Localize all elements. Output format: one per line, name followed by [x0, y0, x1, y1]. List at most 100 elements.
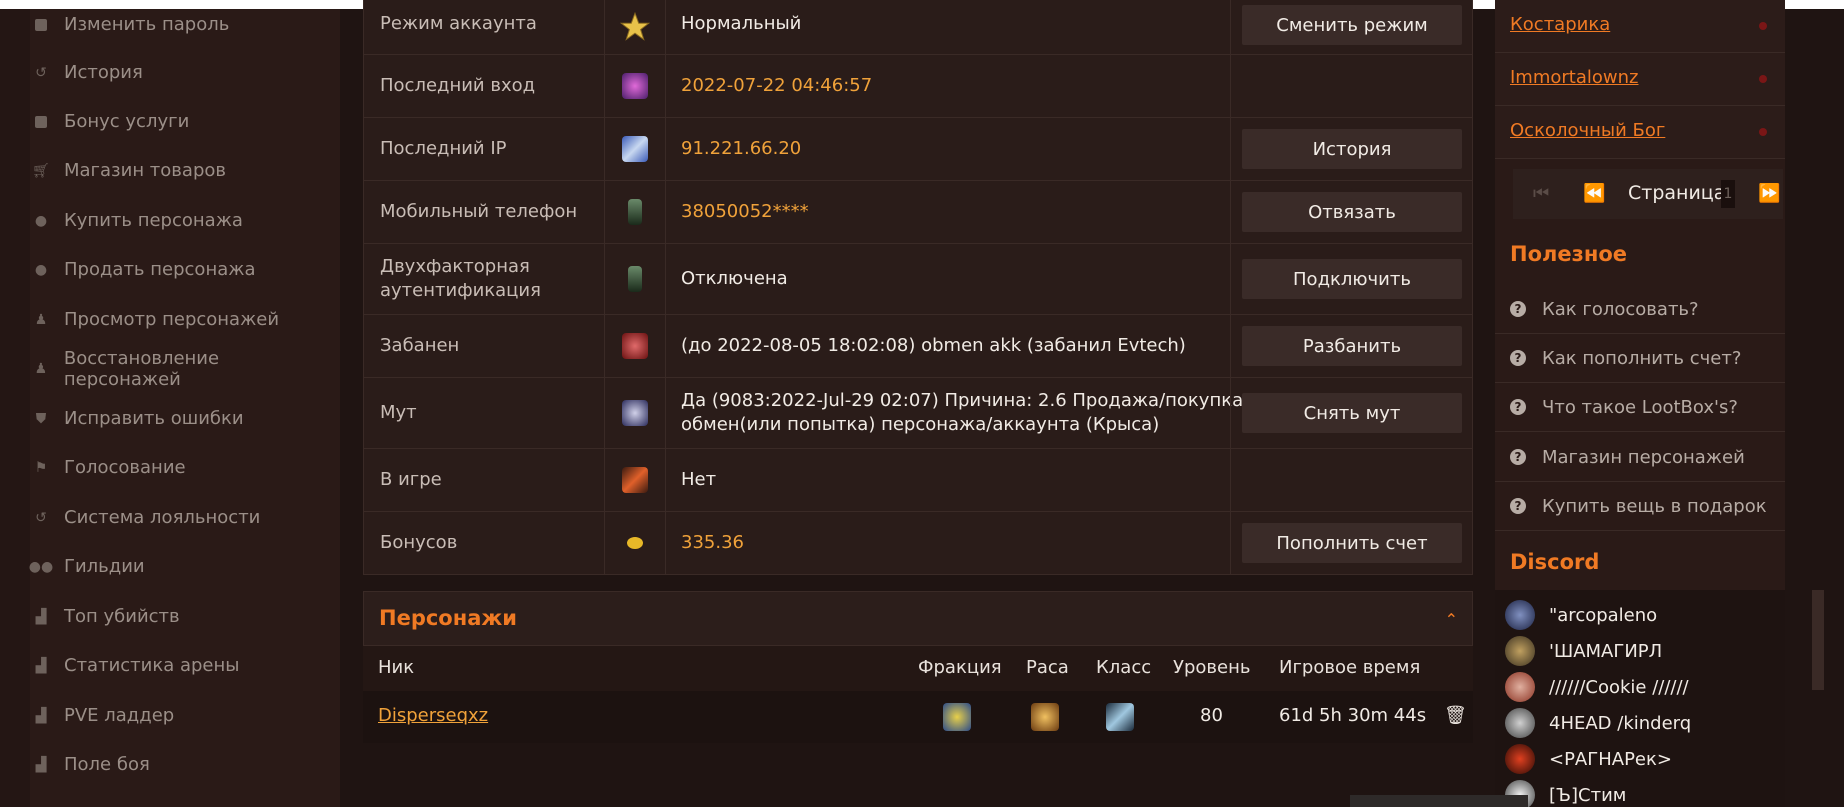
col-level: Уровень [1173, 657, 1251, 678]
page-number-input[interactable]: 1 [1721, 180, 1735, 208]
ip-history-button[interactable]: История [1242, 129, 1462, 169]
sidebar-item-top-kills[interactable]: ▟ Топ убийств [30, 592, 340, 641]
bonus-icon [32, 113, 50, 131]
account-row-last-ip: Последний IP 91.221.66.20 История [363, 118, 1473, 181]
account-row-mobile: Мобильный телефон 38050052**** Отвязать [363, 181, 1473, 244]
characters-panel-header[interactable]: Персонажи ⌃ [363, 591, 1473, 646]
mute-icon [604, 378, 666, 448]
col-faction: Фракция [918, 657, 1002, 678]
history-icon: ↺ [35, 509, 47, 526]
history-icon: ↺ [35, 64, 47, 81]
account-row-2fa: Двухфакторная аутентификация Отключена П… [363, 244, 1473, 315]
useful-link[interactable]: ? Что такое LootBox's? [1495, 383, 1785, 432]
col-race: Раса [1026, 657, 1069, 678]
account-row-banned: Забанен (до 2022-08-05 18:02:08) obmen a… [363, 315, 1473, 378]
question-icon: ? [1510, 301, 1526, 317]
sidebar-item-view-characters[interactable]: ♟ Просмотр персонажей [30, 295, 340, 344]
unlink-phone-button[interactable]: Отвязать [1242, 192, 1462, 232]
account-row-bonuses: Бонусов 335.36 Пополнить счет [363, 512, 1473, 575]
chart-icon: ▟ [35, 657, 47, 674]
useful-link[interactable]: ? Купить вещь в подарок [1495, 482, 1785, 531]
top-up-button[interactable]: Пополнить счет [1242, 523, 1462, 563]
star-icon [604, 0, 666, 54]
chart-icon: ▟ [35, 608, 47, 625]
col-nick: Ник [378, 657, 415, 678]
class-icon [1106, 703, 1134, 731]
user-icon: ● [34, 212, 48, 229]
chevron-up-icon[interactable]: ⌃ [1445, 610, 1458, 629]
account-row-mute: Мут Да (9083:2022-Jul-29 02:07) Причина:… [363, 378, 1473, 449]
status-dot [1759, 22, 1767, 30]
users-icon: ●● [28, 558, 54, 575]
next-page-icon[interactable]: ⏩ [1758, 183, 1780, 204]
status-dot [1759, 75, 1767, 83]
sidebar-item-history[interactable]: ↺ История [30, 48, 340, 97]
sidebar-item-bonus-services[interactable]: Бонус услуги [30, 97, 340, 146]
sidebar-item-voting[interactable]: ⚑ Голосование [30, 443, 340, 492]
phone-icon [604, 244, 666, 314]
list-item: Костарика [1495, 0, 1785, 53]
faction-alliance-icon [943, 703, 971, 731]
top-player-link[interactable]: Immortalownz [1510, 67, 1638, 88]
character-playtime: 61d 5h 30m 44s [1279, 705, 1427, 726]
lock-icon [32, 16, 50, 34]
discord-user[interactable]: <РАГНАРек> [1505, 742, 1672, 776]
race-icon [1031, 703, 1059, 731]
sidebar-item-fix-errors[interactable]: ⛊ Исправить ошибки [30, 394, 340, 443]
character-nick-link[interactable]: Disperseqxz [378, 705, 488, 726]
discord-title: Discord [1510, 550, 1600, 574]
sidebar-item-loyalty[interactable]: ↺ Система лояльности [30, 493, 340, 542]
discord-user[interactable]: 4HEAD /kinderq [1505, 706, 1691, 740]
discord-user[interactable]: "arcopaleno [1505, 598, 1657, 632]
change-mode-button[interactable]: Сменить режим [1242, 5, 1462, 45]
discord-user[interactable]: 'ШАМАГИРЛ [1505, 634, 1662, 668]
useful-title: Полезное [1510, 242, 1628, 266]
pagination: ⏮ ⏪ Страница 1 ⏩ [1513, 169, 1783, 219]
status-dot [1759, 128, 1767, 136]
avatar [1505, 744, 1535, 774]
first-page-icon[interactable]: ⏮ [1533, 183, 1549, 204]
sidebar-item-battlefield[interactable]: ▟ Поле боя [30, 740, 340, 789]
avatar [1505, 636, 1535, 666]
useful-link[interactable]: ? Как пополнить счет? [1495, 334, 1785, 383]
top-player-link[interactable]: Костарика [1510, 14, 1610, 35]
sidebar-item-sell-character[interactable]: ● Продать персонажа [30, 245, 340, 294]
flag-icon: ⚑ [34, 459, 48, 476]
avatar [1505, 708, 1535, 738]
phone-icon [604, 181, 666, 243]
trash-icon[interactable]: 🗑︎ [1444, 705, 1467, 726]
sidebar-item-arena-stats[interactable]: ▟ Статистика арены [30, 641, 340, 690]
col-class: Класс [1096, 657, 1152, 678]
avatar [1505, 672, 1535, 702]
ban-hand-icon [604, 315, 666, 377]
col-playtime: Игровое время [1279, 657, 1421, 678]
sidebar-item-buy-character[interactable]: ● Купить персонажа [30, 196, 340, 245]
discord-scrollbar[interactable] [1812, 590, 1824, 690]
coin-icon [604, 512, 666, 574]
prev-page-icon[interactable]: ⏪ [1583, 183, 1605, 204]
sidebar-item-guilds[interactable]: ●● Гильдии [28, 542, 340, 591]
useful-link[interactable]: ? Как голосовать? [1495, 285, 1785, 334]
unmute-button[interactable]: Снять мут [1242, 393, 1462, 433]
question-icon: ? [1510, 449, 1526, 465]
characters-title: Персонажи [379, 606, 518, 630]
claw-icon [604, 449, 666, 511]
person-icon: ♟ [34, 311, 48, 328]
list-item: Осколочный Бог [1495, 106, 1785, 159]
sidebar-item-pve-ladder[interactable]: ▟ PVE ладдер [30, 691, 340, 740]
portal-icon [604, 55, 666, 117]
network-icon [604, 118, 666, 180]
enable-2fa-button[interactable]: Подключить [1242, 259, 1462, 299]
useful-link[interactable]: ? Магазин персонажей [1495, 433, 1785, 482]
sidebar-item-restore-characters[interactable]: ♟ Восстановление персонажей [30, 344, 340, 393]
character-level: 80 [1200, 705, 1223, 726]
sidebar-item-shop[interactable]: 🛒︎ Магазин товаров [30, 146, 340, 195]
top-player-link[interactable]: Осколочный Бог [1510, 120, 1665, 141]
sidebar-item-change-password[interactable]: Изменить пароль [30, 0, 340, 49]
unban-button[interactable]: Разбанить [1242, 326, 1462, 366]
question-icon: ? [1510, 399, 1526, 415]
overlay-bar [1350, 795, 1528, 807]
question-icon: ? [1510, 350, 1526, 366]
avatar [1505, 600, 1535, 630]
discord-user[interactable]: //////Cookie ////// [1505, 670, 1689, 704]
